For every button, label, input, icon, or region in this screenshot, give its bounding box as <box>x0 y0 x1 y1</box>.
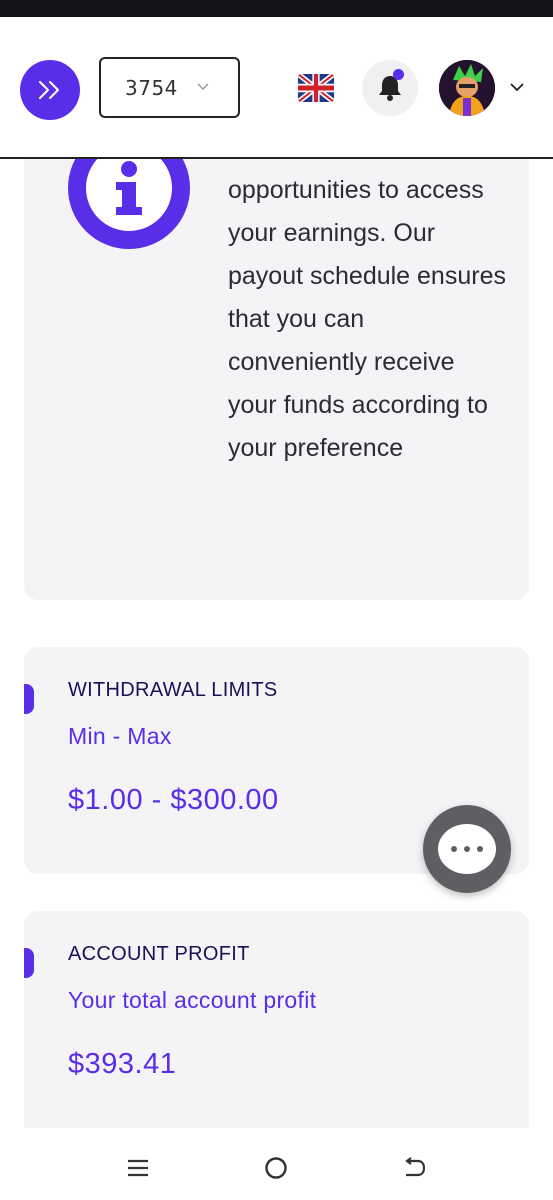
payout-info-text: opportunities to access your earnings. O… <box>228 176 506 462</box>
chat-bubble-icon <box>438 824 496 874</box>
top-header: 3754 <box>0 17 553 159</box>
withdrawal-limits-subtitle: Min - Max <box>68 723 172 749</box>
home-icon[interactable] <box>256 1148 296 1188</box>
withdrawal-limits-title: WITHDRAWAL LIMITS <box>68 679 278 701</box>
account-profit-subtitle: Your total account profit <box>68 987 317 1013</box>
account-select[interactable]: 3754 <box>99 57 240 118</box>
payout-info-card: opportunities to access your earnings. O… <box>24 120 529 600</box>
menu-icon[interactable] <box>118 1148 158 1188</box>
notifications-button[interactable] <box>362 60 418 116</box>
chevron-down-icon <box>197 83 209 91</box>
system-nav-bar <box>0 1128 553 1200</box>
notification-dot <box>393 69 404 80</box>
status-bar <box>0 0 553 17</box>
account-profit-value: $393.41 <box>68 1048 177 1080</box>
account-profit-title: ACCOUNT PROFIT <box>68 943 250 965</box>
uk-flag-icon[interactable] <box>298 74 334 102</box>
expand-sidebar-button[interactable] <box>20 60 80 120</box>
chevron-down-icon[interactable] <box>509 82 525 92</box>
card-accent-bar <box>24 948 34 978</box>
withdrawal-limits-value: $1.00 - $300.00 <box>68 784 279 816</box>
chat-button[interactable] <box>423 805 511 893</box>
avatar[interactable] <box>439 60 495 116</box>
double-chevron-right-icon <box>39 81 59 99</box>
account-profit-card: ACCOUNT PROFIT Your total account profit… <box>24 911 529 1151</box>
back-icon[interactable] <box>394 1148 434 1188</box>
account-number: 3754 <box>125 75 178 100</box>
card-accent-bar <box>24 684 34 714</box>
